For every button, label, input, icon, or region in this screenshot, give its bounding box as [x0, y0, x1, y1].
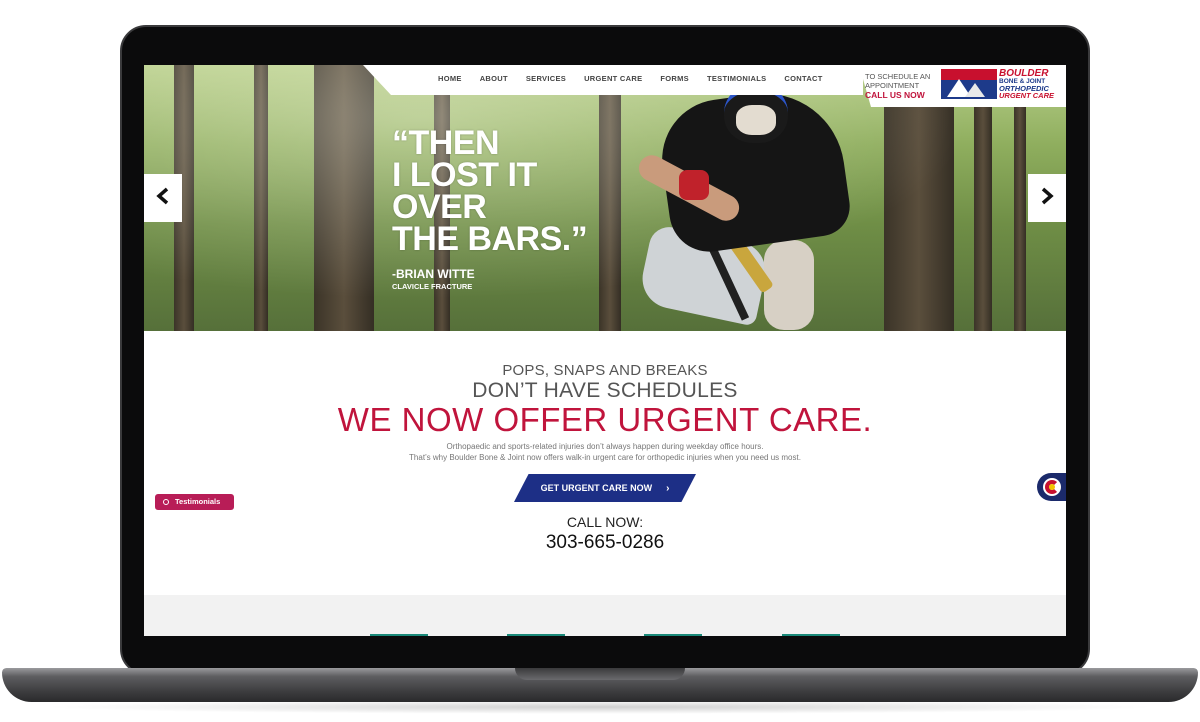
colorado-badge[interactable] — [1037, 473, 1066, 501]
logo[interactable]: BOULDER BONE & JOINT ORTHOPEDIC URGENT C… — [941, 69, 1063, 99]
nav-services[interactable]: SERVICES — [526, 74, 566, 83]
nav-about[interactable]: ABOUT — [480, 74, 508, 83]
nav-urgent-care[interactable]: URGENT CARE — [584, 74, 642, 83]
slider-next-button[interactable] — [1028, 174, 1066, 222]
testimonials-tab-label: Testimonials — [175, 497, 221, 506]
tab-indicator — [370, 634, 428, 636]
headline-line-3: WE NOW OFFER URGENT CARE. — [337, 401, 873, 438]
mountain-icon — [965, 83, 985, 97]
cta-label: GET URGENT CARE NOW — [540, 483, 653, 493]
headline-line-2: DON’T HAVE SCHEDULES — [472, 379, 738, 402]
quote-line: THE BARS.” — [392, 220, 588, 258]
nav-testimonials[interactable]: TESTIMONIALS — [707, 74, 766, 83]
testimonials-tab[interactable]: Testimonials — [155, 494, 234, 510]
call-now-label: CALL NOW: — [566, 514, 644, 530]
tab-indicator — [644, 634, 702, 636]
tab-indicator — [507, 634, 565, 636]
rider-glove — [679, 170, 709, 200]
chat-icon — [163, 499, 169, 505]
browser-screen: HOME ABOUT SERVICES URGENT CARE FORMS TE… — [144, 65, 1066, 636]
headline-line-1: POPS, SNAPS AND BREAKS — [502, 362, 708, 379]
slider-prev-button[interactable] — [144, 174, 182, 222]
hero-slider: HOME ABOUT SERVICES URGENT CARE FORMS TE… — [144, 65, 1066, 331]
quote-detail: CLAVICLE FRACTURE — [392, 282, 473, 291]
appointment-block: TO SCHEDULE AN APPOINTMENT CALL US NOW — [865, 72, 945, 101]
intro-paragraph-1: Orthopaedic and sports-related injuries … — [446, 442, 764, 451]
nav-contact[interactable]: CONTACT — [784, 74, 822, 83]
appointment-line-2: APPOINTMENT — [865, 81, 920, 90]
quote-line: “THEN — [392, 124, 500, 162]
intro-paragraph-2: That’s why Boulder Bone & Joint now offe… — [409, 453, 801, 462]
nav-home[interactable]: HOME — [438, 74, 462, 83]
hero-quote: “THEN I LOST IT OVER THE BARS.” — [392, 124, 588, 258]
nav-forms[interactable]: FORMS — [660, 74, 689, 83]
call-us-now-link[interactable]: CALL US NOW — [865, 90, 945, 101]
chevron-left-icon — [156, 185, 170, 211]
get-urgent-care-button[interactable]: GET URGENT CARE NOW › — [514, 474, 696, 502]
urgent-care-section: POPS, SNAPS AND BREAKS DON’T HAVE SCHEDU… — [144, 331, 1066, 595]
tab-indicator — [782, 634, 840, 636]
chevron-right-icon: › — [666, 483, 670, 494]
quote-line: I LOST IT — [392, 156, 537, 194]
quote-author: -BRIAN WITTE — [392, 267, 475, 281]
main-nav: HOME ABOUT SERVICES URGENT CARE FORMS TE… — [438, 74, 841, 83]
logo-text-4: URGENT CARE — [999, 91, 1055, 100]
chevron-right-icon — [1040, 185, 1054, 211]
laptop-shadow — [40, 700, 1160, 714]
logo-mark — [941, 69, 997, 99]
colorado-dot-icon — [1049, 484, 1055, 490]
phone-number[interactable]: 303-665-0286 — [144, 532, 1066, 554]
footer-band — [144, 595, 1066, 636]
rider-face — [736, 105, 776, 135]
appointment-line-1: TO SCHEDULE AN — [865, 72, 931, 81]
quote-line: OVER — [392, 188, 487, 226]
laptop-notch — [515, 668, 685, 680]
